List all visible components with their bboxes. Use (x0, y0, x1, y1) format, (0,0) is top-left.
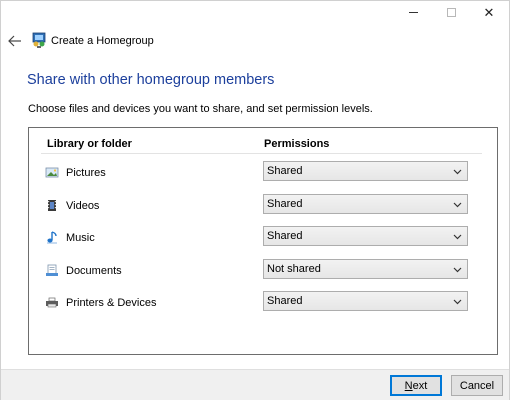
item-label: Documents (66, 265, 122, 277)
videos-icon (48, 200, 56, 211)
wizard-title: Create a Homegroup (51, 35, 154, 47)
next-accelerator: N (404, 379, 413, 392)
next-label: ext (412, 379, 428, 392)
dropdown-value: Shared (267, 295, 303, 307)
chevron-down-icon (453, 202, 462, 208)
chevron-down-icon (453, 299, 462, 305)
permissions-column-header: Permissions (264, 138, 330, 150)
list-item-videos: Videos Shared (29, 194, 497, 218)
chevron-down-icon (453, 169, 462, 175)
next-button[interactable]: Next (390, 375, 442, 396)
pictures-icon (45, 167, 59, 178)
instructions-text: Choose files and devices you want to sha… (28, 103, 373, 115)
wizard-footer: Next Cancel (1, 369, 509, 400)
dropdown-value: Shared (267, 230, 303, 242)
close-icon: ✕ (483, 4, 495, 20)
dropdown-value: Shared (267, 198, 303, 210)
list-item-documents: Documents Not shared (29, 259, 497, 283)
item-label: Videos (66, 200, 100, 212)
music-icon (47, 231, 57, 244)
close-button[interactable]: ✕ (471, 1, 507, 23)
page-heading: Share with other homegroup members (27, 72, 275, 88)
permission-dropdown-pictures[interactable]: Shared (263, 161, 468, 181)
permission-dropdown-printers-devices[interactable]: Shared (263, 291, 468, 311)
header-divider (41, 153, 482, 154)
minimize-button[interactable] (395, 1, 431, 23)
printers-icon (46, 297, 58, 308)
back-arrow-icon[interactable] (7, 33, 23, 49)
chevron-down-icon (453, 267, 462, 273)
dropdown-value: Not shared (267, 263, 321, 275)
homegroup-icon (32, 32, 46, 48)
list-item-pictures: Pictures Shared (29, 161, 497, 185)
chevron-down-icon (453, 234, 462, 240)
permission-dropdown-music[interactable]: Shared (263, 226, 468, 246)
minimize-icon (408, 11, 418, 13)
item-label: Printers & Devices (66, 297, 157, 309)
maximize-button (433, 1, 469, 23)
dropdown-value: Shared (267, 165, 303, 177)
list-item-printers-devices: Printers & Devices Shared (29, 291, 497, 315)
item-label: Music (66, 232, 95, 244)
library-column-header: Library or folder (47, 138, 132, 150)
permission-dropdown-documents[interactable]: Not shared (263, 259, 468, 279)
permission-dropdown-videos[interactable]: Shared (263, 194, 468, 214)
sharing-panel: Library or folder Permissions Pictures S… (28, 127, 498, 355)
cancel-button[interactable]: Cancel (451, 375, 503, 396)
homegroup-wizard-window: ✕ Create a Homegroup Share with other ho… (0, 0, 510, 400)
maximize-icon (446, 7, 456, 17)
documents-icon (46, 264, 58, 276)
list-item-music: Music Shared (29, 226, 497, 250)
item-label: Pictures (66, 167, 106, 179)
